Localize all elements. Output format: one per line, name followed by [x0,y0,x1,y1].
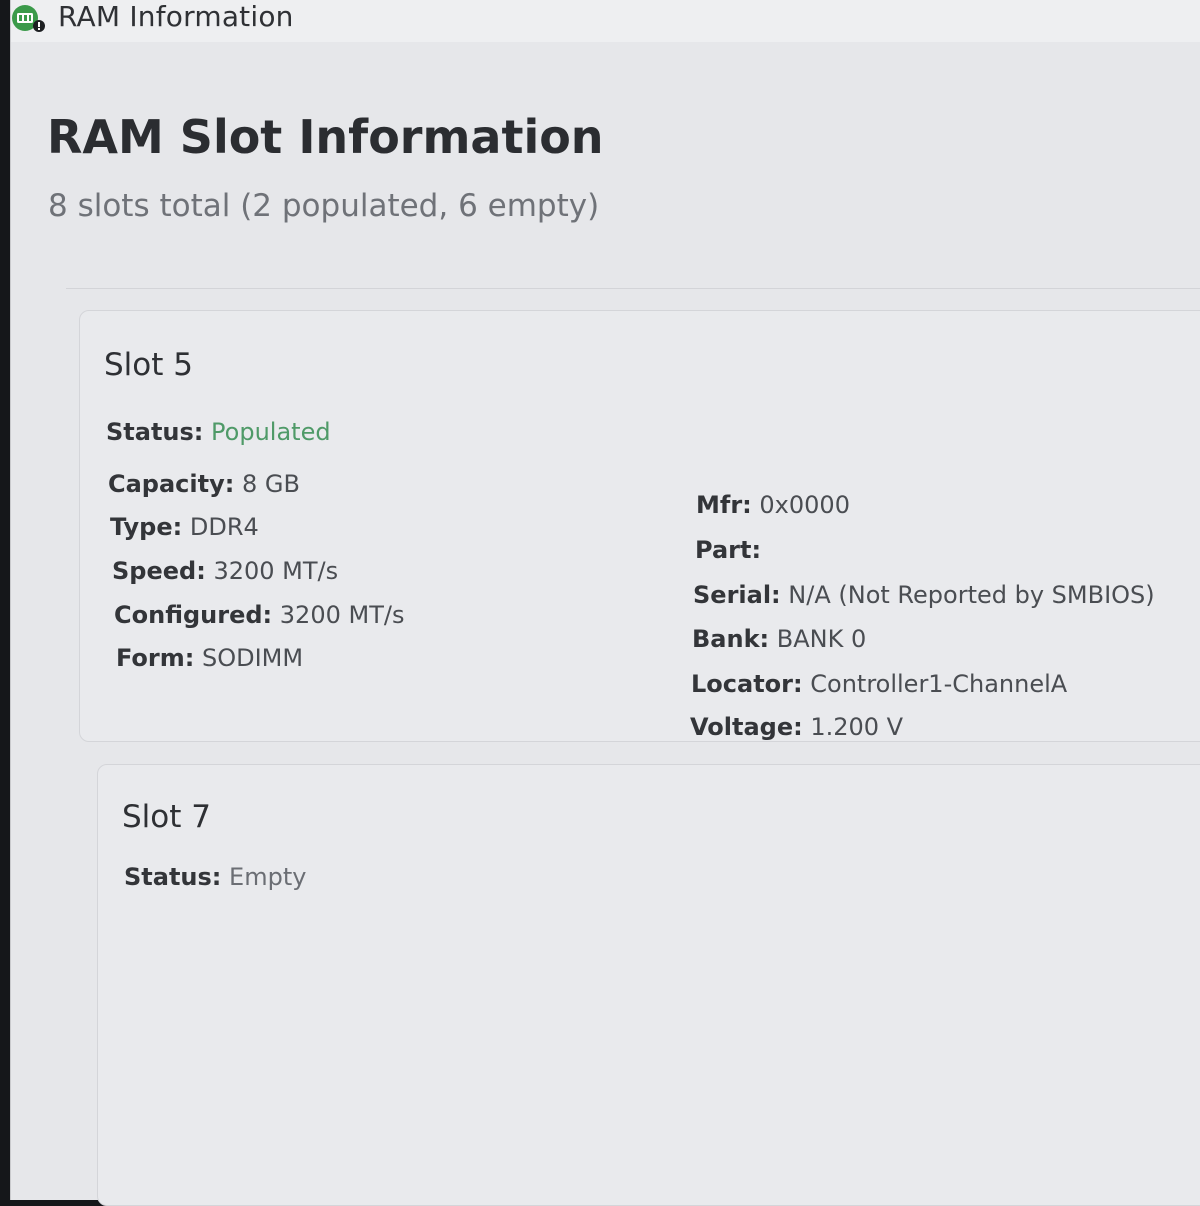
slot-status: Status: Populated [106,418,331,446]
status-label: Status: [106,418,204,446]
field-label: Mfr: [696,491,752,519]
field-value: DDR4 [189,513,259,541]
field-label: Capacity: [108,470,235,498]
field-voltage: Voltage: 1.200 V [690,713,903,741]
page-title: RAM Slot Information [47,110,604,164]
field-label: Type: [110,513,183,541]
status-value: Empty [229,863,307,891]
status-label: Status: [124,863,222,891]
field-locator: Locator: Controller1-ChannelA [691,670,1067,698]
field-value: Controller1-ChannelA [810,670,1068,698]
field-configured: Configured: 3200 MT/s [114,601,404,629]
field-value: SODIMM [202,644,304,672]
main-content: RAM Slot Information 8 slots total (2 po… [11,42,1200,1206]
header-divider [66,288,1200,289]
slot-card-5: Slot 5 Status: Populated Capacity: 8 GB … [79,310,1200,742]
field-value: 0x0000 [759,491,850,519]
title-bar: RAM Information [11,0,1200,42]
field-label: Locator: [691,670,803,698]
field-label: Configured: [114,601,273,629]
field-label: Voltage: [690,713,803,741]
page-subtitle: 8 slots total (2 populated, 6 empty) [48,188,600,224]
ram-chip-icon [11,4,47,34]
slot-title: Slot 5 [104,347,193,383]
app-window: RAM Information RAM Slot Information 8 s… [10,0,1200,1206]
field-speed: Speed: 3200 MT/s [112,557,338,585]
field-serial: Serial: N/A (Not Reported by SMBIOS) [693,581,1155,609]
field-capacity: Capacity: 8 GB [108,470,300,498]
slot-title: Slot 7 [122,799,211,835]
field-form: Form: SODIMM [116,644,303,672]
field-part: Part: [695,536,761,564]
field-value: 3200 MT/s [213,557,339,585]
field-value: BANK 0 [776,625,867,653]
field-label: Form: [116,644,195,672]
status-value: Populated [211,418,331,446]
field-label: Bank: [692,625,770,653]
field-bank: Bank: BANK 0 [692,625,866,653]
window-title: RAM Information [58,0,294,33]
field-type: Type: DDR4 [110,513,259,541]
field-value: 3200 MT/s [279,601,405,629]
slot-status: Status: Empty [124,863,306,891]
field-value: N/A (Not Reported by SMBIOS) [788,581,1155,609]
field-label: Speed: [112,557,206,585]
field-value: 1.200 V [810,713,904,741]
field-mfr: Mfr: 0x0000 [696,491,850,519]
field-label: Part: [695,536,762,564]
slot-card-7: Slot 7 Status: Empty [97,764,1200,1206]
field-value: 8 GB [242,470,300,498]
field-label: Serial: [693,581,781,609]
